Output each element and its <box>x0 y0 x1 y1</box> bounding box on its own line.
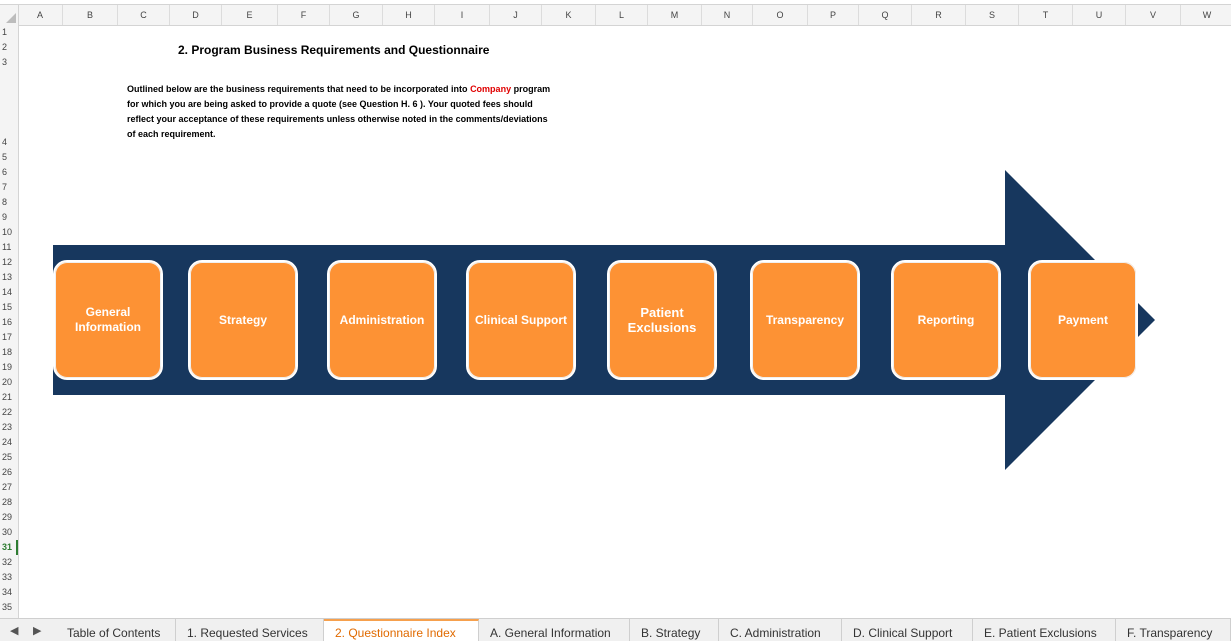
process-step-line2: Exclusions <box>627 320 697 335</box>
process-step-line1: Payment <box>1057 312 1109 327</box>
prev-sheet-icon[interactable]: ◀ <box>10 624 18 637</box>
process-step-label: Transparency <box>766 313 844 328</box>
process-step-line2: Information <box>75 320 141 334</box>
process-step-label: Strategy <box>219 313 267 328</box>
process-step-line1: Strategy <box>218 312 268 327</box>
process-step-line1: Clinical Support <box>474 312 567 327</box>
sheet-tab[interactable]: Table of Contents <box>56 619 176 641</box>
sheet-tab[interactable]: A. General Information <box>479 619 630 641</box>
process-step-box: Reporting <box>891 260 1001 380</box>
process-step-box: General Information <box>53 260 163 380</box>
process-step-box: Payment <box>1028 260 1138 380</box>
process-step-label: Clinical Support <box>475 313 567 328</box>
sheet-tab[interactable]: F. Transparency <box>1116 619 1231 641</box>
sheet-tab[interactable]: 2. Questionnaire Index <box>324 619 479 641</box>
process-step-line1: Transparency <box>765 312 845 327</box>
sheet-tab[interactable]: 1. Requested Services <box>176 619 324 641</box>
process-step-line1: Patient <box>640 305 684 320</box>
process-step-label: Reporting <box>918 313 975 328</box>
process-step-box: Patient Exclusions <box>607 260 717 380</box>
process-step-box: Administration <box>327 260 437 380</box>
process-step-line1: Administration <box>339 312 425 327</box>
sheet-tab[interactable]: C. Administration <box>719 619 842 641</box>
sheet-tab[interactable]: B. Strategy <box>630 619 719 641</box>
process-step-label: Payment <box>1058 313 1108 328</box>
sheet-tab[interactable]: D. Clinical Support <box>842 619 973 641</box>
spreadsheet: ABCDEFGHIJKLMNOPQRSTUVW 1 2 3 4 5 6 7 8 9 10 11 12 1… <box>0 0 1231 641</box>
sheet-tab-bar: ◀ ▶ Table of Contents 1. Requested Servic… <box>0 618 1231 641</box>
process-step-box: Strategy <box>188 260 298 380</box>
next-sheet-icon[interactable]: ▶ <box>33 624 41 637</box>
process-step-box: Clinical Support <box>466 260 576 380</box>
process-step-label: Patient Exclusions <box>628 305 697 335</box>
sheet-tab[interactable]: E. Patient Exclusions <box>973 619 1116 641</box>
process-step-line1: Reporting <box>917 312 975 327</box>
process-step-label: General Information <box>75 305 141 335</box>
process-step-line1: General <box>85 305 131 319</box>
process-step-box: Transparency <box>750 260 860 380</box>
process-step-label: Administration <box>340 313 425 328</box>
